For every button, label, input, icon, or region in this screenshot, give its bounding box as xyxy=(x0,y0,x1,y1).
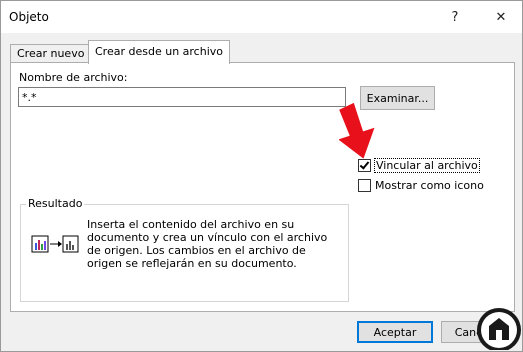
tab-crear-desde-archivo[interactable]: Crear desde un archivo xyxy=(88,40,230,64)
result-title: Resultado xyxy=(26,197,85,210)
red-arrow-icon xyxy=(339,103,375,159)
help-icon: ? xyxy=(451,9,459,25)
icon-label: Mostrar como icono xyxy=(375,179,484,192)
close-button[interactable]: ✕ xyxy=(483,1,519,33)
result-group: Resultado Inserta el contenido del archi… xyxy=(20,197,349,302)
tab-panel: Nombre de archivo: Examinar... Vincular … xyxy=(10,62,515,312)
accept-button[interactable]: Aceptar xyxy=(357,321,433,343)
link-to-file-option[interactable]: Vincular al archivo xyxy=(358,158,480,173)
dialog-title: Objeto xyxy=(9,10,49,24)
filename-label: Nombre de archivo: xyxy=(19,71,128,84)
display-as-icon-option[interactable]: Mostrar como icono xyxy=(358,179,484,192)
icon-checkbox[interactable] xyxy=(358,179,371,192)
linked-file-icon xyxy=(31,235,79,253)
close-icon: ✕ xyxy=(495,9,507,25)
result-description: Inserta el contenido del archivo en su d… xyxy=(87,218,328,270)
brand-logo-icon xyxy=(477,308,521,350)
object-dialog: Objeto ? ✕ Crear nuevo Crear desde un ar… xyxy=(0,0,523,352)
link-label: Vincular al archivo xyxy=(374,158,480,173)
link-checkbox[interactable] xyxy=(358,159,371,172)
tab-crear-nuevo[interactable]: Crear nuevo xyxy=(10,44,92,63)
title-bar: Objeto ? ✕ xyxy=(1,1,522,33)
help-button[interactable]: ? xyxy=(437,1,473,33)
filename-input[interactable] xyxy=(18,87,346,107)
